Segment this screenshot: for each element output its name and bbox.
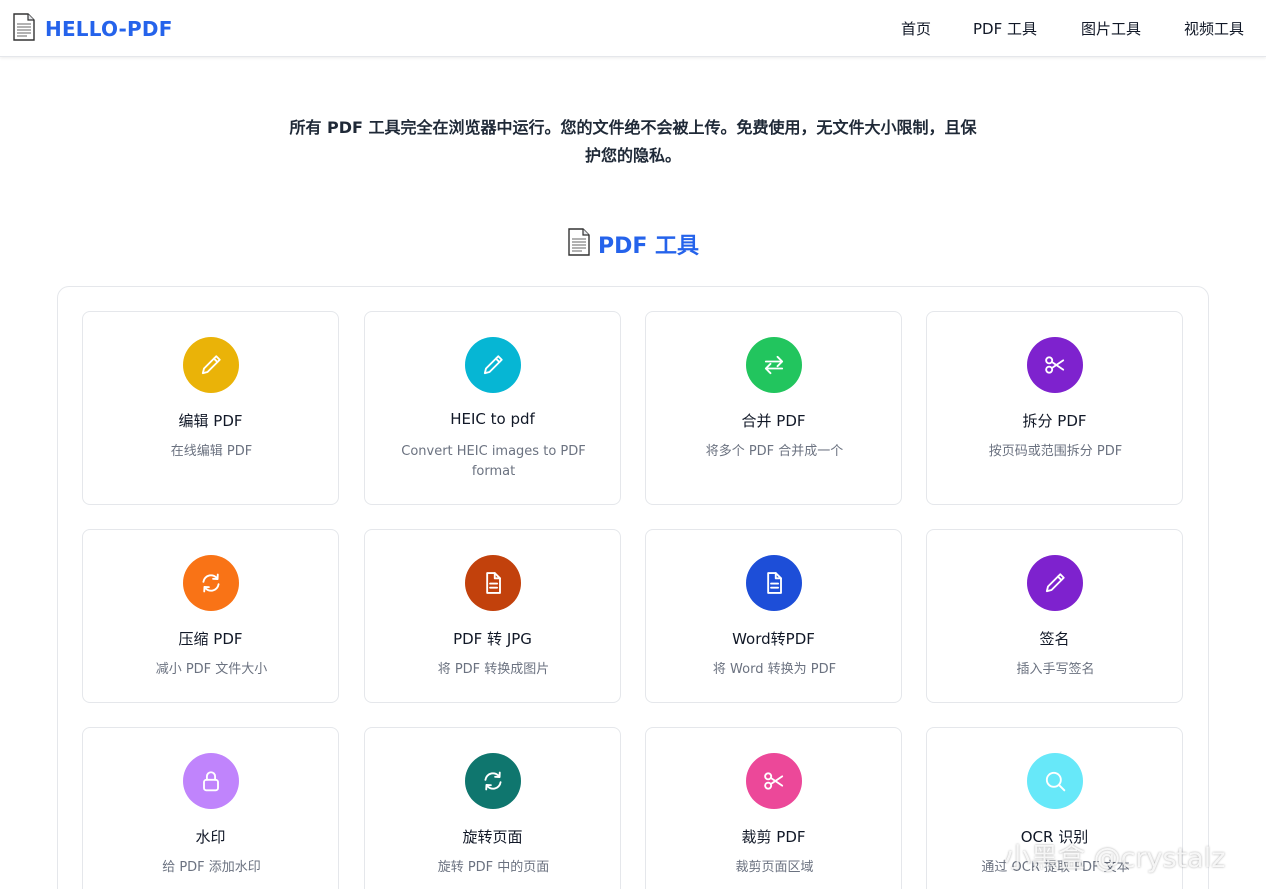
tool-desc: 旋转 PDF 中的页面: [437, 860, 550, 875]
tool-desc: Convert HEIC images to PDF format: [401, 444, 586, 479]
tool-title: 拆分 PDF: [1022, 412, 1087, 430]
tool-title: Word转PDF: [732, 630, 815, 648]
tool-card-split-pdf[interactable]: 拆分 PDF 按页码或范围拆分 PDF: [926, 311, 1183, 505]
tool-desc: 给 PDF 添加水印: [162, 860, 261, 875]
nav-image-tools[interactable]: 图片工具: [1081, 18, 1141, 39]
nav-home[interactable]: 首页: [901, 18, 931, 39]
top-header: HELLO-PDF 首页 PDF 工具 图片工具 视频工具: [0, 0, 1266, 57]
tool-card-rotate-pages[interactable]: 旋转页面 旋转 PDF 中的页面: [364, 727, 621, 889]
tools-container: 编辑 PDF 在线编辑 PDF HEIC to pdf Convert HEIC…: [57, 286, 1209, 889]
intro-text: 所有 PDF 工具完全在浏览器中运行。您的文件绝不会被上传。免费使用，无文件大小…: [240, 114, 1026, 170]
tool-card-merge-pdf[interactable]: 合并 PDF 将多个 PDF 合并成一个: [645, 311, 902, 505]
file-icon: [746, 555, 802, 611]
intro-line-1: 所有 PDF 工具完全在浏览器中运行。您的文件绝不会被上传。免费使用，无文件大小…: [289, 118, 977, 137]
refresh-icon: [183, 555, 239, 611]
tool-card-crop-pdf[interactable]: 裁剪 PDF 裁剪页面区域: [645, 727, 902, 889]
tool-title: 合并 PDF: [741, 412, 806, 430]
section-title: PDF 工具: [0, 228, 1266, 260]
tool-desc: 将多个 PDF 合并成一个: [705, 444, 844, 459]
tool-desc: 在线编辑 PDF: [170, 444, 253, 459]
tool-title: 签名: [1039, 630, 1070, 648]
lock-icon: [183, 753, 239, 809]
tool-title: 编辑 PDF: [178, 412, 243, 430]
image-watermark: 小黑盒 @crystalz: [1004, 843, 1226, 874]
nav-pdf-tools[interactable]: PDF 工具: [973, 18, 1037, 39]
tool-title: HEIC to pdf: [450, 410, 535, 428]
tool-card-pdf-to-jpg[interactable]: PDF 转 JPG 将 PDF 转换成图片: [364, 529, 621, 703]
tool-desc: 将 Word 转换为 PDF: [712, 662, 837, 677]
intro-line-2: 护您的隐私。: [584, 146, 681, 165]
logo-text: HELLO-PDF: [45, 17, 173, 41]
file-icon: [465, 555, 521, 611]
tool-title: 裁剪 PDF: [741, 828, 806, 846]
document-icon: [567, 228, 591, 260]
tool-desc: 按页码或范围拆分 PDF: [988, 444, 1123, 459]
tool-card-word-to-pdf[interactable]: Word转PDF 将 Word 转换为 PDF: [645, 529, 902, 703]
tool-card-watermark[interactable]: 水印 给 PDF 添加水印: [82, 727, 339, 889]
search-icon: [1027, 753, 1083, 809]
tool-card-heic-to-pdf[interactable]: HEIC to pdf Convert HEIC images to PDF f…: [364, 311, 621, 505]
nav-video-tools[interactable]: 视频工具: [1184, 18, 1244, 39]
tool-desc: 将 PDF 转换成图片: [437, 662, 550, 677]
swap-arrows-icon: [746, 337, 802, 393]
tool-card-compress-pdf[interactable]: 压缩 PDF 减小 PDF 文件大小: [82, 529, 339, 703]
section-title-text: PDF 工具: [597, 234, 700, 259]
tool-title: 水印: [195, 828, 226, 846]
tool-title: 旋转页面: [462, 828, 523, 846]
tool-desc: 减小 PDF 文件大小: [155, 662, 268, 677]
pencil-icon: [1027, 555, 1083, 611]
scissors-icon: [746, 753, 802, 809]
pencil-icon: [183, 337, 239, 393]
tool-desc: 裁剪页面区域: [735, 860, 814, 875]
tool-card-signature[interactable]: 签名 插入手写签名: [926, 529, 1183, 703]
tool-title: 压缩 PDF: [178, 630, 243, 648]
pencil-icon: [465, 337, 521, 393]
tool-title: PDF 转 JPG: [453, 630, 532, 648]
tool-card-edit-pdf[interactable]: 编辑 PDF 在线编辑 PDF: [82, 311, 339, 505]
document-icon: [12, 13, 36, 45]
tool-desc: 插入手写签名: [1016, 662, 1095, 677]
scissors-icon: [1027, 337, 1083, 393]
refresh-icon: [465, 753, 521, 809]
logo-link[interactable]: HELLO-PDF: [12, 13, 173, 45]
